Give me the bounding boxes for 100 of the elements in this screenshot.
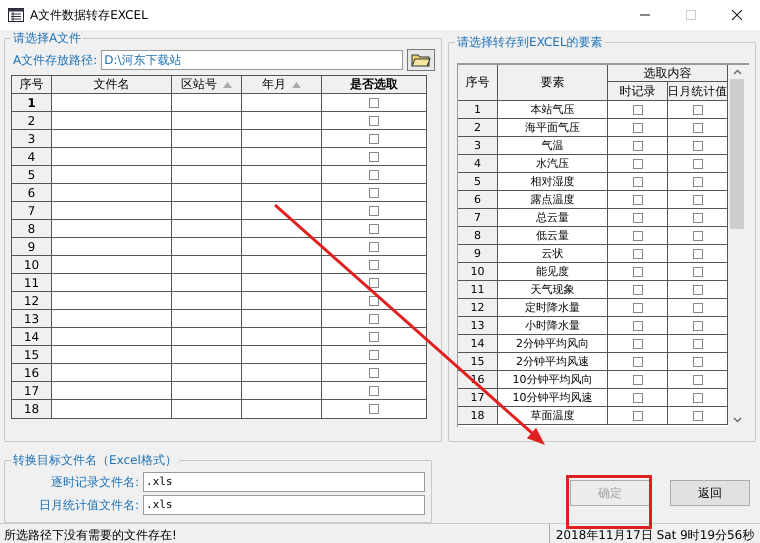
element-name: 本站气压 (498, 101, 608, 118)
browse-button[interactable] (407, 49, 435, 71)
column-header: 时记录 (608, 82, 668, 100)
row-number: 3 (12, 130, 52, 147)
row-number: 18 (12, 400, 52, 418)
row-number: 11 (12, 274, 52, 291)
checkbox[interactable] (632, 284, 642, 294)
checkbox[interactable] (692, 374, 702, 384)
checkbox[interactable] (692, 302, 702, 312)
row-number: 14 (12, 328, 52, 345)
checkbox[interactable] (692, 104, 702, 114)
checkbox[interactable] (692, 176, 702, 186)
checkbox[interactable] (369, 134, 379, 144)
checkbox[interactable] (632, 104, 642, 114)
checkbox[interactable] (692, 410, 702, 420)
element-name: 海平面气压 (498, 119, 608, 136)
checkbox[interactable] (369, 332, 379, 342)
checkbox[interactable] (369, 188, 379, 198)
checkbox[interactable] (632, 158, 642, 168)
checkbox[interactable] (369, 224, 379, 234)
checkbox[interactable] (632, 356, 642, 366)
checkbox[interactable] (369, 314, 379, 324)
column-header[interactable]: 序号 (12, 76, 52, 93)
row-number: 1 (12, 94, 52, 111)
checkbox[interactable] (692, 140, 702, 150)
element-name: 云状 (498, 245, 608, 262)
element-name: 水汽压 (498, 155, 608, 172)
checkbox[interactable] (632, 248, 642, 258)
element-name: 10分钟平均风速 (498, 389, 608, 406)
checkbox[interactable] (369, 278, 379, 288)
checkbox[interactable] (369, 116, 379, 126)
row-number: 16 (12, 364, 52, 381)
checkbox[interactable] (692, 248, 702, 258)
checkbox[interactable] (369, 296, 379, 306)
checkbox[interactable] (632, 230, 642, 240)
checkbox[interactable] (369, 152, 379, 162)
row-number: 8 (12, 220, 52, 237)
checkbox[interactable] (369, 260, 379, 270)
sort-icon (292, 82, 301, 88)
checkbox[interactable] (692, 338, 702, 348)
column-header[interactable]: 文件名 (52, 76, 172, 93)
column-header[interactable]: 年月 (242, 76, 322, 93)
checkbox[interactable] (369, 98, 379, 108)
field-label: 逐时记录文件名: (50, 474, 139, 490)
row-number: 1 (458, 101, 498, 118)
row-number: 7 (12, 202, 52, 219)
file-name-field[interactable]: .xls (143, 495, 425, 515)
checkbox[interactable] (632, 194, 642, 204)
checkbox[interactable] (632, 212, 642, 222)
element-name: 气温 (498, 137, 608, 154)
scroll-down-icon[interactable] (732, 417, 742, 423)
checkbox[interactable] (692, 194, 702, 204)
element-name: 露点温度 (498, 191, 608, 208)
checkbox[interactable] (692, 356, 702, 366)
checkbox[interactable] (692, 158, 702, 168)
column-header[interactable]: 区站号 (172, 76, 242, 93)
column-header[interactable]: 是否选取 (322, 76, 426, 93)
element-name: 2分钟平均风速 (498, 353, 608, 370)
checkbox[interactable] (369, 206, 379, 216)
checkbox[interactable] (632, 338, 642, 348)
status-message: 所选路径下没有需要的文件存在! (3, 527, 178, 543)
row-number: 17 (12, 382, 52, 399)
field-label: 日月统计值文件名: (38, 496, 139, 514)
row-number: 12 (458, 299, 498, 316)
checkbox[interactable] (692, 320, 702, 330)
checkbox[interactable] (632, 320, 642, 330)
checkbox[interactable] (369, 386, 379, 396)
scroll-up-icon[interactable] (732, 69, 742, 75)
path-field[interactable]: D:\河东下载站 (101, 50, 403, 70)
group-title: 转换目标文件名（Excel格式） (12, 452, 178, 469)
checkbox[interactable] (692, 230, 702, 240)
checkbox[interactable] (692, 212, 702, 222)
file-name-field[interactable]: .xls (143, 472, 425, 492)
checkbox[interactable] (632, 392, 642, 402)
checkbox[interactable] (369, 170, 379, 180)
column-header: 要素 (498, 65, 608, 100)
checkbox[interactable] (632, 302, 642, 312)
row-number: 9 (458, 245, 498, 262)
checkbox[interactable] (369, 368, 379, 378)
row-number: 4 (12, 148, 52, 165)
checkbox[interactable] (692, 266, 702, 276)
checkbox[interactable] (692, 122, 702, 132)
checkbox[interactable] (369, 404, 379, 414)
element-name: 定时降水量 (498, 299, 608, 316)
element-name: 2分钟平均风向 (498, 335, 608, 352)
row-number: 8 (458, 227, 498, 244)
row-number: 15 (458, 353, 498, 370)
checkbox[interactable] (632, 266, 642, 276)
checkbox[interactable] (632, 374, 642, 384)
checkbox[interactable] (632, 410, 642, 420)
checkbox[interactable] (692, 392, 702, 402)
dialog-button[interactable]: 返回 (670, 480, 750, 506)
table-icon (8, 8, 24, 22)
checkbox[interactable] (692, 284, 702, 294)
checkbox[interactable] (632, 122, 642, 132)
checkbox[interactable] (632, 140, 642, 150)
checkbox[interactable] (369, 242, 379, 252)
element-name: 能见度 (498, 263, 608, 280)
checkbox[interactable] (369, 350, 379, 360)
checkbox[interactable] (632, 176, 642, 186)
